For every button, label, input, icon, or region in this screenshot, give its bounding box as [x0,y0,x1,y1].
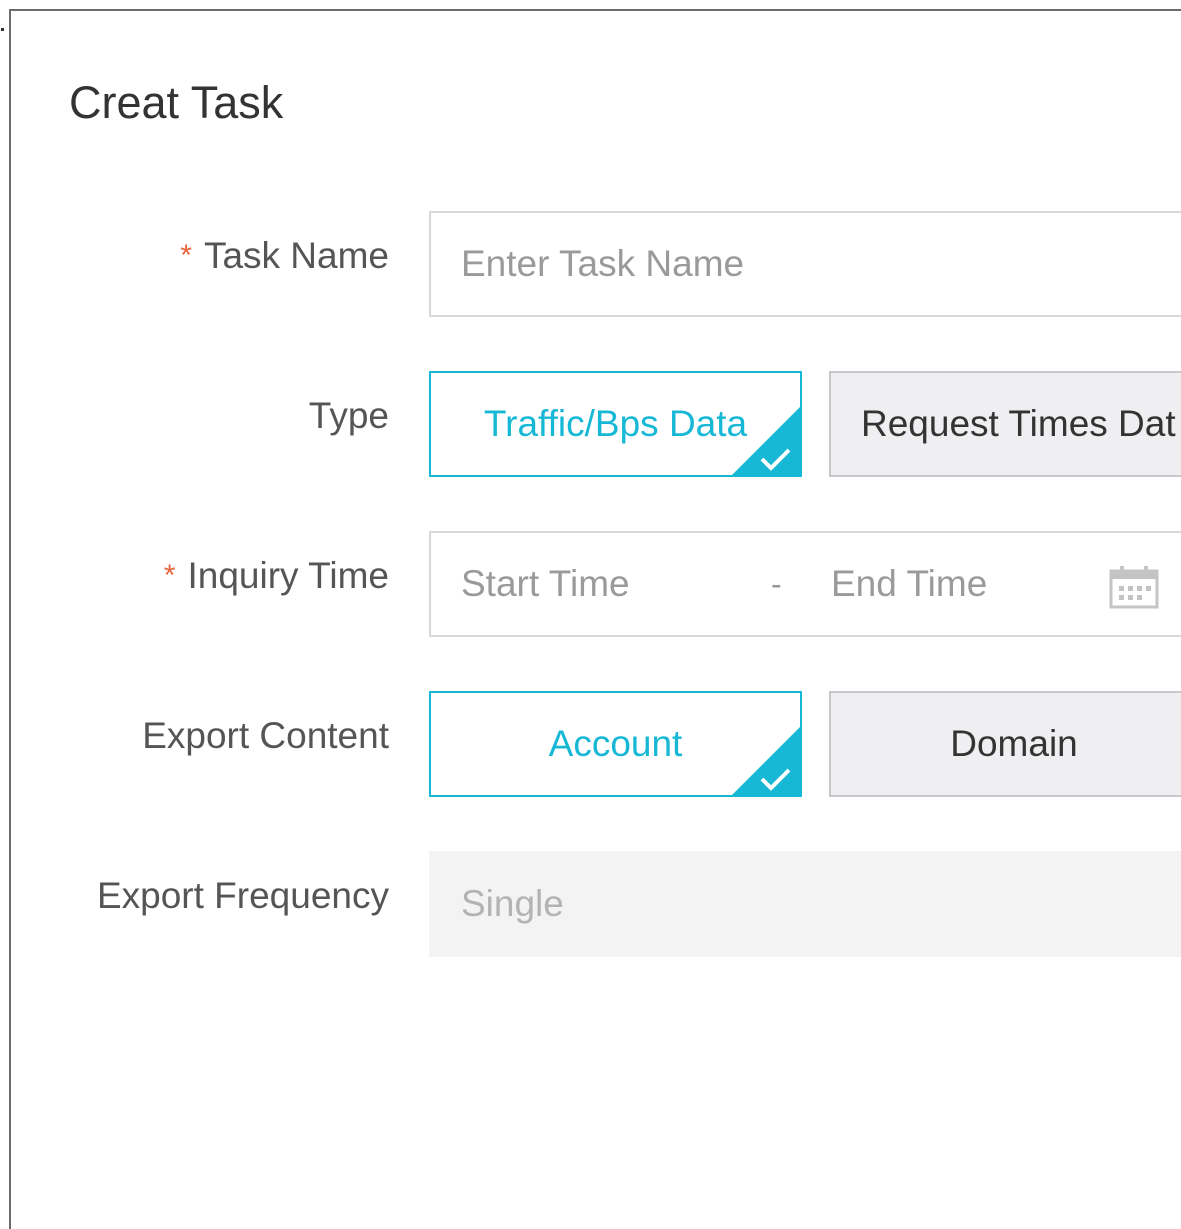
type-option-traffic-bps-label: Traffic/Bps Data [483,403,748,444]
export-content-option-domain-label: Domain [950,723,1078,764]
dialog-title: Creat Task [69,77,284,128]
task-name-placeholder: Enter Task Name [461,243,745,284]
export-content-option-account-label: Account [548,723,683,764]
inquiry-time-row: * Inquiry Time Start Time - End Time [11,531,1181,637]
checkmark-icon [732,407,800,475]
task-name-input[interactable]: Enter Task Name [429,211,1181,317]
export-frequency-value: Single [461,883,564,924]
export-frequency-select: Single [429,851,1181,957]
checkmark-icon [732,727,800,795]
create-task-dialog: Creat Task * Task Name Enter Task Name T… [9,9,1181,1229]
export-content-row: Export Content Account Domain [11,691,1181,797]
inquiry-time-label: * Inquiry Time [164,531,389,637]
inquiry-time-range-picker[interactable]: Start Time - End Time [429,531,1181,637]
export-content-label-text: Export Content [142,715,389,756]
type-label: Type [309,371,389,477]
type-label-text: Type [308,395,389,436]
export-frequency-row: Export Frequency Single [11,851,1181,957]
type-option-request-times-label: Request Times Dat [861,403,1176,444]
required-mark: * [163,559,176,592]
export-frequency-label-text: Export Frequency [96,875,389,916]
export-content-option-account[interactable]: Account [429,691,802,797]
start-time-input[interactable]: Start Time [461,533,630,635]
type-option-traffic-bps[interactable]: Traffic/Bps Data [429,371,802,477]
type-row: Type Traffic/Bps Data Request Times Dat [11,371,1181,477]
export-content-option-domain[interactable]: Domain [829,691,1181,797]
type-option-request-times[interactable]: Request Times Dat [829,371,1181,477]
export-content-label: Export Content [142,691,389,797]
range-separator: - [771,565,782,602]
inquiry-time-label-text: Inquiry Time [187,555,389,596]
export-frequency-label: Export Frequency [97,851,389,957]
task-name-label-text: Task Name [203,235,389,276]
task-name-label: * Task Name [180,211,389,317]
calendar-icon[interactable] [1109,565,1159,609]
corner-dot [1,28,4,31]
required-mark: * [180,239,192,272]
end-time-input[interactable]: End Time [831,533,987,635]
task-name-row: * Task Name Enter Task Name [11,211,1181,317]
